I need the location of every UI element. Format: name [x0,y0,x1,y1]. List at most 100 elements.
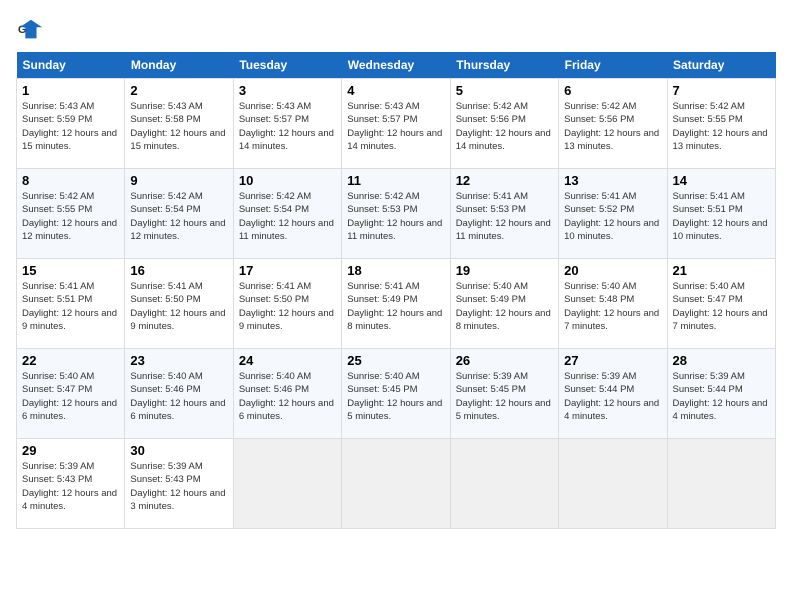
day-info: Sunrise: 5:42 AM Sunset: 5:53 PM Dayligh… [347,190,444,243]
day-info: Sunrise: 5:41 AM Sunset: 5:50 PM Dayligh… [130,280,227,333]
day-info: Sunrise: 5:39 AM Sunset: 5:44 PM Dayligh… [673,370,770,423]
day-info: Sunrise: 5:41 AM Sunset: 5:49 PM Dayligh… [347,280,444,333]
day-number: 21 [673,263,770,278]
day-info: Sunrise: 5:42 AM Sunset: 5:55 PM Dayligh… [673,100,770,153]
day-number: 17 [239,263,336,278]
day-number: 19 [456,263,553,278]
calendar-day-cell: 4 Sunrise: 5:43 AM Sunset: 5:57 PM Dayli… [342,79,450,169]
day-number: 9 [130,173,227,188]
weekday-header-row: SundayMondayTuesdayWednesdayThursdayFrid… [17,52,776,79]
day-info: Sunrise: 5:40 AM Sunset: 5:49 PM Dayligh… [456,280,553,333]
day-info: Sunrise: 5:40 AM Sunset: 5:47 PM Dayligh… [22,370,119,423]
calendar-week-row: 15 Sunrise: 5:41 AM Sunset: 5:51 PM Dayl… [17,259,776,349]
page-header: G [16,16,776,44]
calendar-day-cell: 24 Sunrise: 5:40 AM Sunset: 5:46 PM Dayl… [233,349,341,439]
day-number: 8 [22,173,119,188]
calendar-day-cell: 29 Sunrise: 5:39 AM Sunset: 5:43 PM Dayl… [17,439,125,529]
calendar-day-cell: 7 Sunrise: 5:42 AM Sunset: 5:55 PM Dayli… [667,79,775,169]
day-number: 3 [239,83,336,98]
day-number: 7 [673,83,770,98]
day-info: Sunrise: 5:39 AM Sunset: 5:44 PM Dayligh… [564,370,661,423]
day-number: 20 [564,263,661,278]
calendar-day-cell: 8 Sunrise: 5:42 AM Sunset: 5:55 PM Dayli… [17,169,125,259]
weekday-header-monday: Monday [125,52,233,79]
day-info: Sunrise: 5:40 AM Sunset: 5:46 PM Dayligh… [130,370,227,423]
calendar-day-cell: 3 Sunrise: 5:43 AM Sunset: 5:57 PM Dayli… [233,79,341,169]
day-number: 25 [347,353,444,368]
weekday-header-wednesday: Wednesday [342,52,450,79]
calendar-week-row: 29 Sunrise: 5:39 AM Sunset: 5:43 PM Dayl… [17,439,776,529]
weekday-header-tuesday: Tuesday [233,52,341,79]
day-number: 5 [456,83,553,98]
calendar-day-cell: 15 Sunrise: 5:41 AM Sunset: 5:51 PM Dayl… [17,259,125,349]
calendar-day-cell: 23 Sunrise: 5:40 AM Sunset: 5:46 PM Dayl… [125,349,233,439]
day-info: Sunrise: 5:41 AM Sunset: 5:50 PM Dayligh… [239,280,336,333]
day-info: Sunrise: 5:40 AM Sunset: 5:48 PM Dayligh… [564,280,661,333]
day-number: 28 [673,353,770,368]
day-info: Sunrise: 5:41 AM Sunset: 5:53 PM Dayligh… [456,190,553,243]
calendar-day-cell: 9 Sunrise: 5:42 AM Sunset: 5:54 PM Dayli… [125,169,233,259]
calendar-day-cell: 6 Sunrise: 5:42 AM Sunset: 5:56 PM Dayli… [559,79,667,169]
calendar-day-cell [667,439,775,529]
day-info: Sunrise: 5:42 AM Sunset: 5:55 PM Dayligh… [22,190,119,243]
calendar-day-cell: 25 Sunrise: 5:40 AM Sunset: 5:45 PM Dayl… [342,349,450,439]
day-info: Sunrise: 5:41 AM Sunset: 5:52 PM Dayligh… [564,190,661,243]
day-info: Sunrise: 5:40 AM Sunset: 5:47 PM Dayligh… [673,280,770,333]
day-info: Sunrise: 5:42 AM Sunset: 5:56 PM Dayligh… [456,100,553,153]
logo: G [16,16,48,44]
day-number: 30 [130,443,227,458]
day-info: Sunrise: 5:42 AM Sunset: 5:54 PM Dayligh… [130,190,227,243]
day-number: 1 [22,83,119,98]
weekday-header-sunday: Sunday [17,52,125,79]
calendar-day-cell: 27 Sunrise: 5:39 AM Sunset: 5:44 PM Dayl… [559,349,667,439]
day-number: 6 [564,83,661,98]
day-number: 16 [130,263,227,278]
day-info: Sunrise: 5:40 AM Sunset: 5:46 PM Dayligh… [239,370,336,423]
day-number: 14 [673,173,770,188]
calendar-day-cell: 1 Sunrise: 5:43 AM Sunset: 5:59 PM Dayli… [17,79,125,169]
calendar-day-cell: 2 Sunrise: 5:43 AM Sunset: 5:58 PM Dayli… [125,79,233,169]
calendar-day-cell [342,439,450,529]
day-number: 26 [456,353,553,368]
day-number: 24 [239,353,336,368]
day-info: Sunrise: 5:43 AM Sunset: 5:57 PM Dayligh… [347,100,444,153]
day-info: Sunrise: 5:43 AM Sunset: 5:59 PM Dayligh… [22,100,119,153]
calendar-week-row: 22 Sunrise: 5:40 AM Sunset: 5:47 PM Dayl… [17,349,776,439]
calendar-day-cell [450,439,558,529]
calendar-day-cell: 16 Sunrise: 5:41 AM Sunset: 5:50 PM Dayl… [125,259,233,349]
day-number: 23 [130,353,227,368]
calendar-day-cell: 28 Sunrise: 5:39 AM Sunset: 5:44 PM Dayl… [667,349,775,439]
day-info: Sunrise: 5:43 AM Sunset: 5:57 PM Dayligh… [239,100,336,153]
weekday-header-thursday: Thursday [450,52,558,79]
day-info: Sunrise: 5:42 AM Sunset: 5:56 PM Dayligh… [564,100,661,153]
calendar-day-cell: 26 Sunrise: 5:39 AM Sunset: 5:45 PM Dayl… [450,349,558,439]
day-number: 27 [564,353,661,368]
day-info: Sunrise: 5:39 AM Sunset: 5:45 PM Dayligh… [456,370,553,423]
calendar-week-row: 1 Sunrise: 5:43 AM Sunset: 5:59 PM Dayli… [17,79,776,169]
calendar-day-cell: 13 Sunrise: 5:41 AM Sunset: 5:52 PM Dayl… [559,169,667,259]
calendar-day-cell: 14 Sunrise: 5:41 AM Sunset: 5:51 PM Dayl… [667,169,775,259]
day-info: Sunrise: 5:39 AM Sunset: 5:43 PM Dayligh… [22,460,119,513]
day-number: 4 [347,83,444,98]
calendar-day-cell [559,439,667,529]
calendar-table: SundayMondayTuesdayWednesdayThursdayFrid… [16,52,776,529]
day-info: Sunrise: 5:41 AM Sunset: 5:51 PM Dayligh… [673,190,770,243]
day-number: 11 [347,173,444,188]
calendar-day-cell: 22 Sunrise: 5:40 AM Sunset: 5:47 PM Dayl… [17,349,125,439]
day-info: Sunrise: 5:41 AM Sunset: 5:51 PM Dayligh… [22,280,119,333]
calendar-day-cell: 12 Sunrise: 5:41 AM Sunset: 5:53 PM Dayl… [450,169,558,259]
calendar-day-cell: 19 Sunrise: 5:40 AM Sunset: 5:49 PM Dayl… [450,259,558,349]
day-info: Sunrise: 5:40 AM Sunset: 5:45 PM Dayligh… [347,370,444,423]
day-number: 12 [456,173,553,188]
day-number: 29 [22,443,119,458]
calendar-day-cell: 10 Sunrise: 5:42 AM Sunset: 5:54 PM Dayl… [233,169,341,259]
day-number: 2 [130,83,227,98]
calendar-day-cell: 11 Sunrise: 5:42 AM Sunset: 5:53 PM Dayl… [342,169,450,259]
calendar-day-cell: 21 Sunrise: 5:40 AM Sunset: 5:47 PM Dayl… [667,259,775,349]
day-info: Sunrise: 5:42 AM Sunset: 5:54 PM Dayligh… [239,190,336,243]
calendar-day-cell: 20 Sunrise: 5:40 AM Sunset: 5:48 PM Dayl… [559,259,667,349]
day-number: 18 [347,263,444,278]
day-info: Sunrise: 5:43 AM Sunset: 5:58 PM Dayligh… [130,100,227,153]
day-info: Sunrise: 5:39 AM Sunset: 5:43 PM Dayligh… [130,460,227,513]
day-number: 13 [564,173,661,188]
